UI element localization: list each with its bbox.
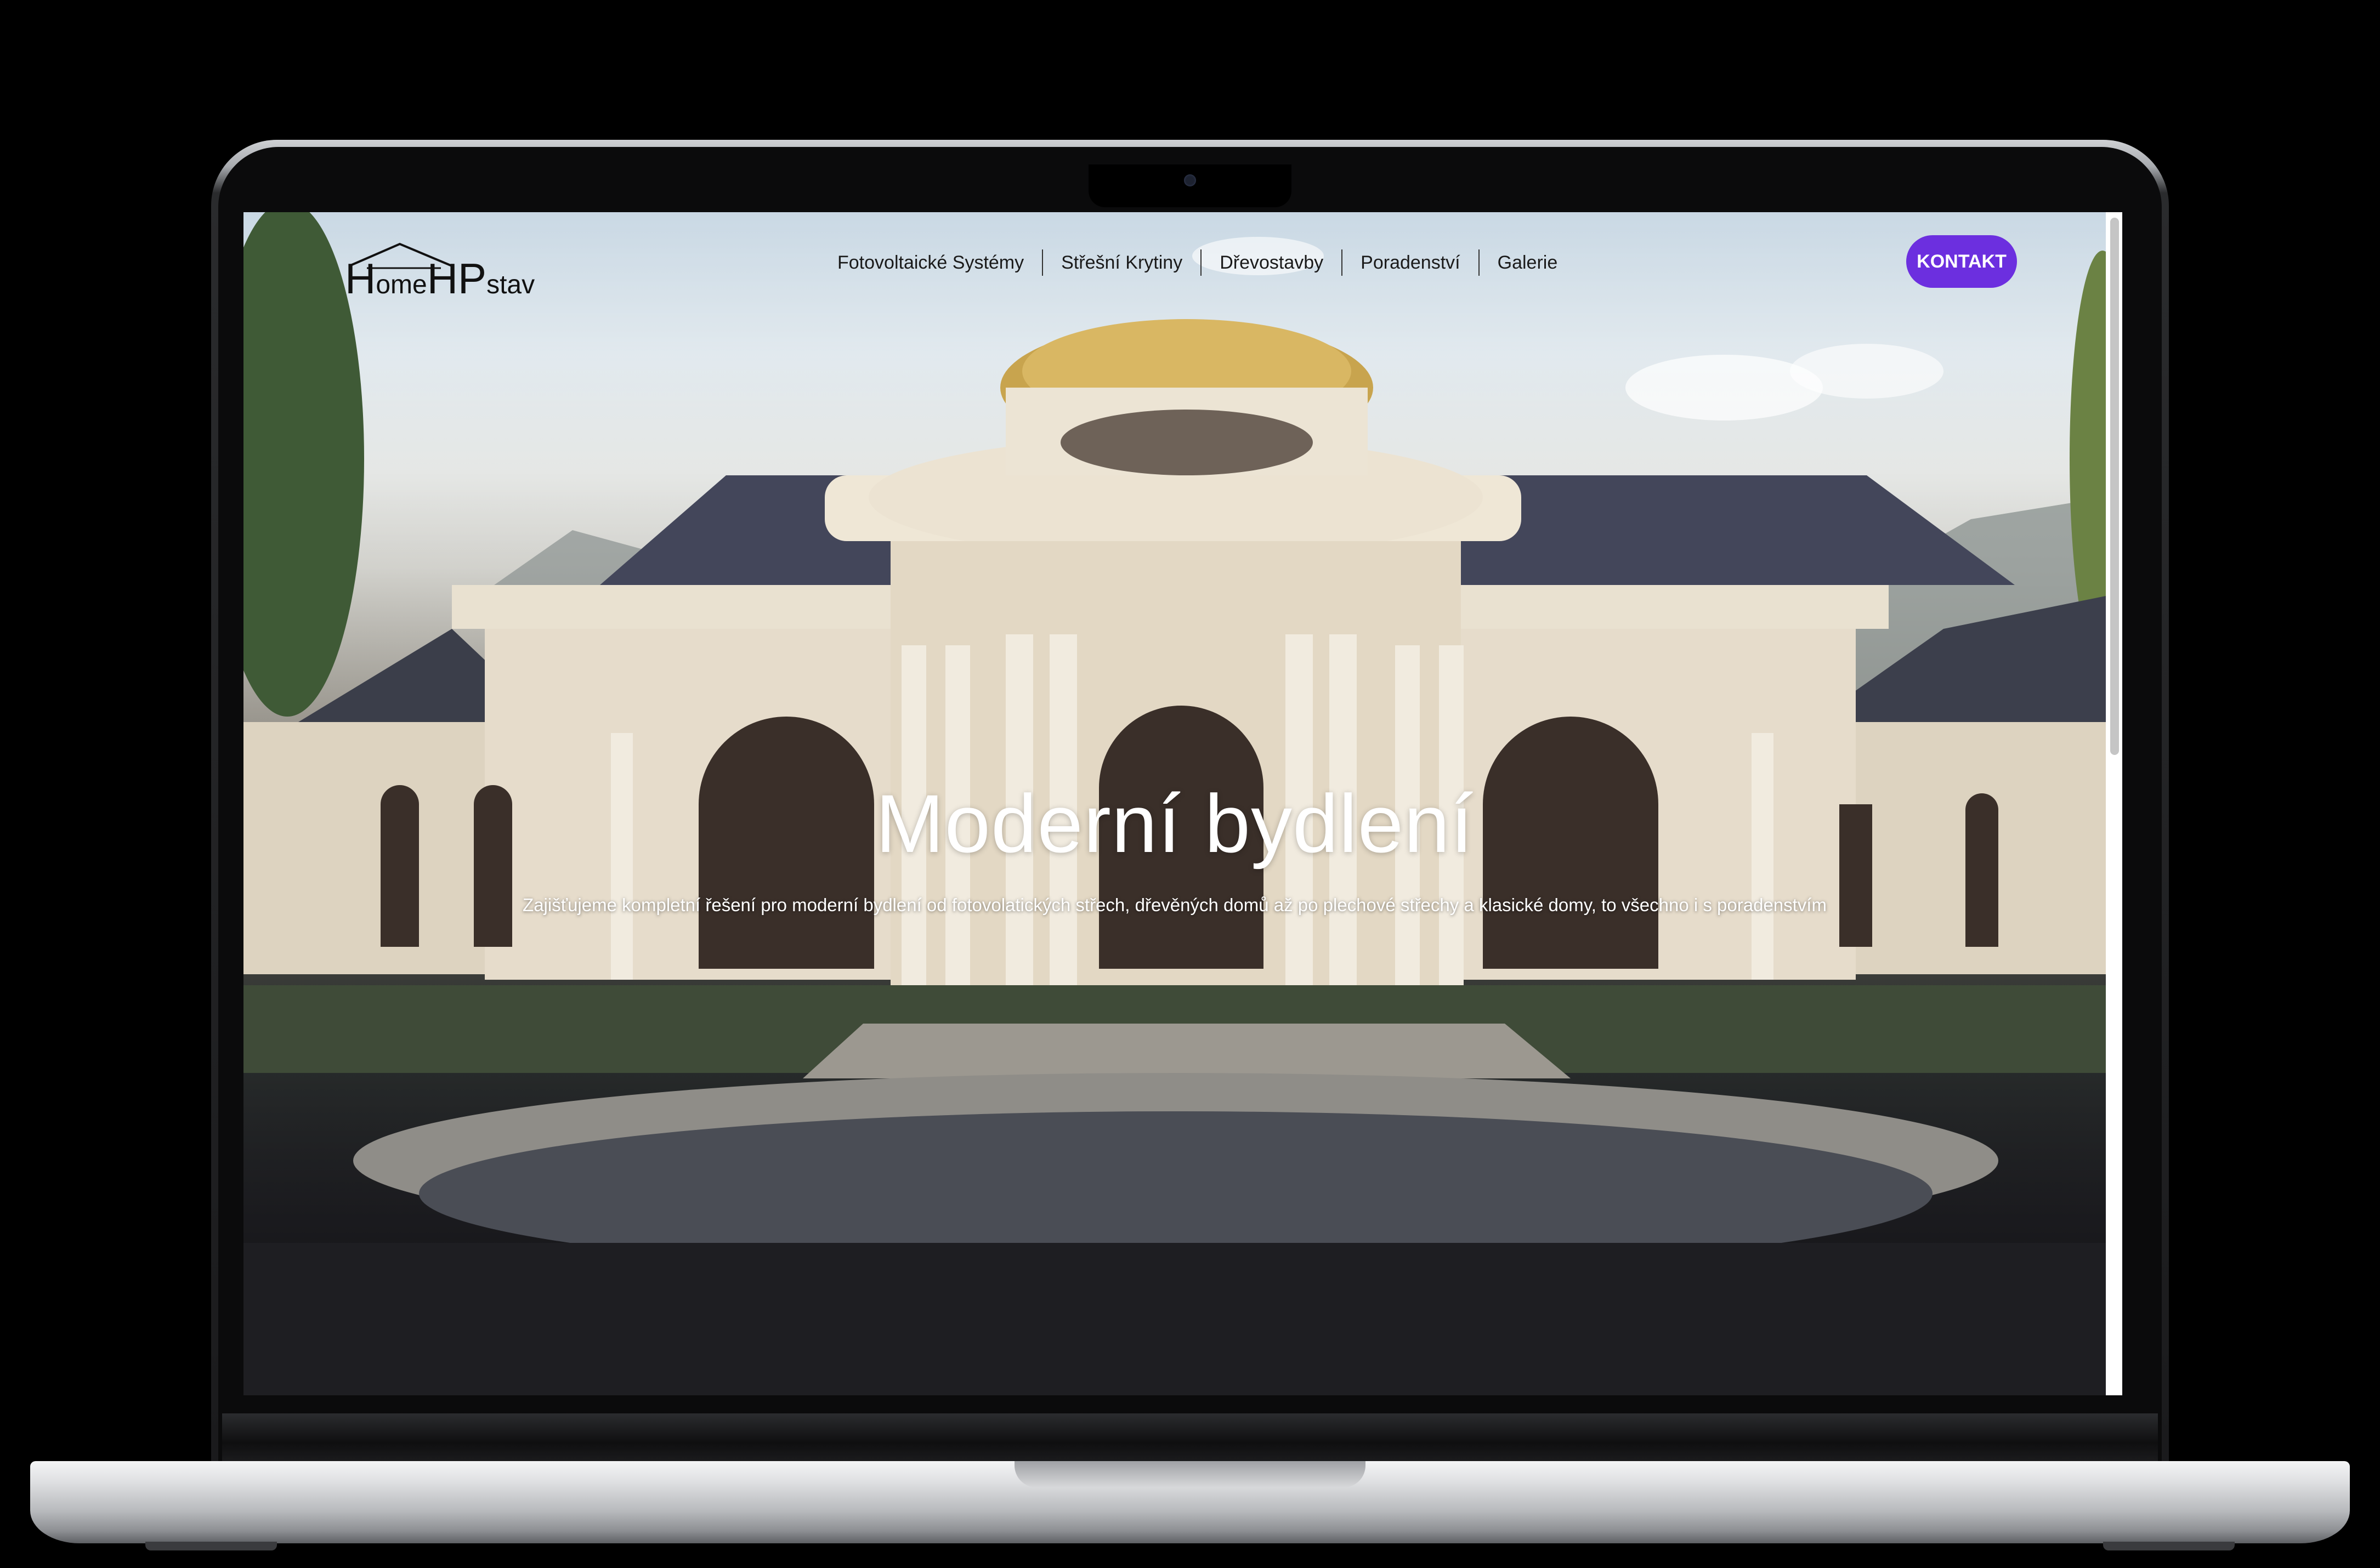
logo-wordmark: HomeHPstav <box>345 254 535 303</box>
nav-drevostavby[interactable]: Dřevostavby <box>1202 246 1341 279</box>
main-navigation: Fotovoltaické Systémy Střešní Krytiny Dř… <box>819 246 1576 279</box>
page-scrollbar[interactable] <box>2106 212 2122 1395</box>
nav-galerie[interactable]: Galerie <box>1480 246 1576 279</box>
laptop-opening-notch <box>1015 1461 1365 1487</box>
contact-button[interactable]: KONTAKT <box>1906 235 2017 288</box>
nav-poradenstvi[interactable]: Poradenství <box>1342 246 1478 279</box>
camera-icon <box>1184 174 1196 186</box>
laptop-foot-left <box>145 1542 277 1550</box>
scrollbar-thumb[interactable] <box>2110 218 2119 755</box>
website-viewport: HomeHPstav Fotovoltaické Systémy Střešní… <box>243 212 2122 1395</box>
nav-stresni-krytiny[interactable]: Střešní Krytiny <box>1043 246 1200 279</box>
hero-title: Moderní bydlení <box>875 777 1474 870</box>
nav-fotovoltaicke-systemy[interactable]: Fotovoltaické Systémy <box>819 246 1042 279</box>
hero-subtitle: Zajišťujeme kompletní řešení pro moderní… <box>523 895 1827 915</box>
site-logo[interactable]: HomeHPstav <box>345 240 535 300</box>
laptop-hinge <box>222 1413 2158 1463</box>
laptop-foot-right <box>2103 1542 2235 1550</box>
